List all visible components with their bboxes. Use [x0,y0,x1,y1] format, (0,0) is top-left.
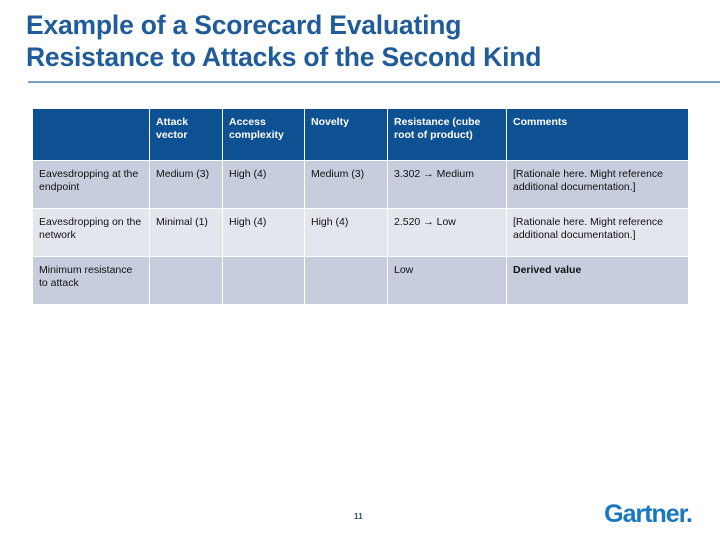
novelty-cell: Medium (3) [305,161,387,208]
attack-vector-cell: Medium (3) [150,161,222,208]
novelty-cell: High (4) [305,209,387,256]
resistance-cell: Low [388,257,506,304]
comments-cell: [Rationale here. Might reference additio… [507,209,688,256]
page-number: 11 [354,512,364,521]
title-divider [28,81,720,83]
row-label-cell: Eavesdropping on the network [33,209,149,256]
row-label-cell: Eavesdropping at the endpoint [33,161,149,208]
column-header-attack-vector: Attack vector [150,109,222,160]
column-header-blank [33,109,149,160]
column-header-novelty: Novelty [305,109,387,160]
table-row: Minimum resistance to attack Low Derived… [33,257,688,304]
column-header-access-complexity: Access complexity [223,109,304,160]
gartner-logo: Gartner. [604,500,693,528]
comments-cell: Derived value [507,257,688,304]
access-complexity-cell [223,257,304,304]
comments-cell: [Rationale here. Might reference additio… [507,161,688,208]
access-complexity-cell: High (4) [223,209,304,256]
table-row: Eavesdropping on the network Minimal (1)… [33,209,688,256]
row-label-cell: Minimum resistance to attack [33,257,149,304]
table-row: Eavesdropping at the endpoint Medium (3)… [33,161,688,208]
column-header-resistance: Resistance (cube root of product) [388,109,506,160]
resistance-cell: 2.520 → Low [388,209,506,256]
attack-vector-cell [150,257,222,304]
page-title: Example of a Scorecard Evaluating Resist… [26,10,542,72]
table-header-row: Attack vector Access complexity Novelty … [33,109,688,160]
scorecard-table: Attack vector Access complexity Novelty … [32,108,689,305]
attack-vector-cell: Minimal (1) [150,209,222,256]
access-complexity-cell: High (4) [223,161,304,208]
resistance-cell: 3.302 → Medium [388,161,506,208]
novelty-cell [305,257,387,304]
column-header-comments: Comments [507,109,688,160]
